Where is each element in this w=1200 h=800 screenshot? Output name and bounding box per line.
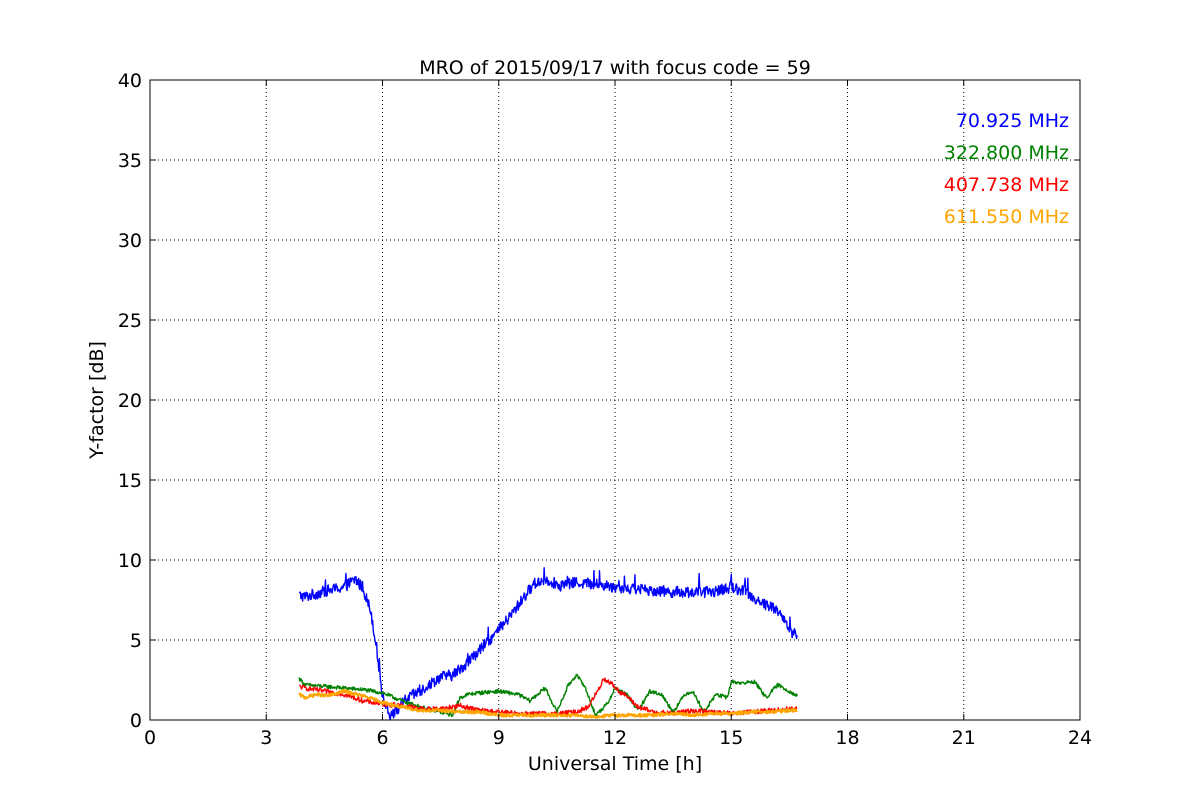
legend-entry: 611.550 MHz bbox=[944, 206, 1069, 228]
y-tick-label: 20 bbox=[118, 390, 142, 412]
x-tick-label: 3 bbox=[260, 727, 272, 749]
legend-entry: 70.925 MHz bbox=[956, 110, 1069, 132]
chart: MRO of 2015/09/17 with focus code = 59 0… bbox=[0, 0, 1200, 800]
x-axis-label: Universal Time [h] bbox=[528, 753, 702, 775]
legend-entry: 407.738 MHz bbox=[944, 174, 1069, 196]
legend-entry: 322.800 MHz bbox=[944, 142, 1069, 164]
x-tick-label: 0 bbox=[144, 727, 156, 749]
y-axis-label: Y-factor [dB] bbox=[86, 341, 108, 460]
y-tick-label: 30 bbox=[118, 230, 142, 252]
y-tick-label: 15 bbox=[118, 470, 142, 492]
y-tick-label: 0 bbox=[130, 710, 142, 732]
x-tick-label: 21 bbox=[952, 727, 976, 749]
chart-title: MRO of 2015/09/17 with focus code = 59 bbox=[419, 57, 811, 79]
y-tick-label: 35 bbox=[118, 150, 142, 172]
x-tick-label: 15 bbox=[719, 727, 743, 749]
x-tick-label: 18 bbox=[835, 727, 859, 749]
x-tick-label: 12 bbox=[603, 727, 627, 749]
x-tick-label: 24 bbox=[1068, 727, 1092, 749]
x-tick-label: 6 bbox=[376, 727, 388, 749]
y-tick-label: 10 bbox=[118, 550, 142, 572]
y-tick-label: 25 bbox=[118, 310, 142, 332]
x-tick-label: 9 bbox=[493, 727, 505, 749]
y-tick-label: 5 bbox=[130, 630, 142, 652]
y-tick-label: 40 bbox=[118, 70, 142, 92]
